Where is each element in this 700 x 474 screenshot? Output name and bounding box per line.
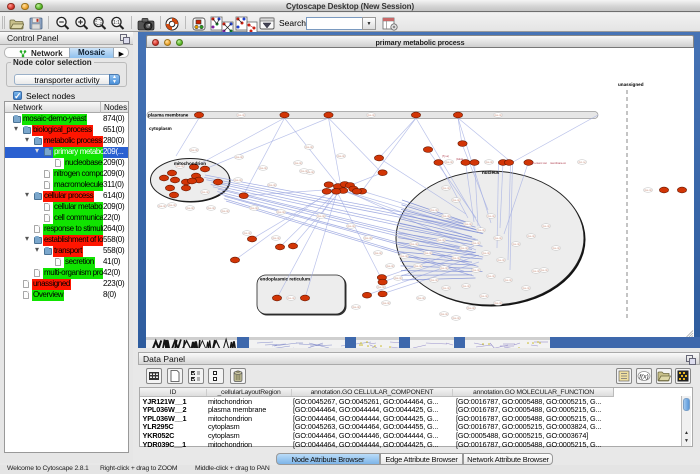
- svg-text:(Ga-cd): (Ga-cd): [235, 156, 243, 159]
- svg-text:(Ga-cd): (Ga-cd): [424, 252, 432, 255]
- svg-text:(Ga-cd): (Ga-cd): [540, 269, 548, 272]
- svg-text:endoplasmic reticulum: endoplasmic reticulum: [260, 277, 310, 282]
- svg-text:(Ga-cd): (Ga-cd): [644, 189, 652, 192]
- svg-text:(Ga-cd): (Ga-cd): [400, 255, 408, 258]
- svg-text:f(x): f(x): [639, 374, 648, 381]
- svg-text:(Ga-cd): (Ga-cd): [487, 275, 495, 278]
- svg-text:(Ga-cd): (Ga-cd): [497, 259, 505, 262]
- svg-text:(Ga-cd): (Ga-cd): [287, 297, 295, 300]
- svg-text:(Ga-cd): (Ga-cd): [294, 162, 302, 165]
- svg-text:(Ga-cd): (Ga-cd): [462, 285, 470, 288]
- svg-text:(Ga-cd): (Ga-cd): [512, 243, 520, 246]
- svg-text:(Ga-cd): (Ga-cd): [487, 215, 495, 218]
- svg-text:(Ga-cd): (Ga-cd): [452, 199, 460, 202]
- svg-text:(Ga-cd): (Ga-cd): [305, 146, 313, 149]
- svg-text:(Ga-cd): (Ga-cd): [494, 302, 502, 305]
- svg-text:mitochondrion: mitochondrion: [174, 161, 206, 166]
- svg-text:(Ga-cd): (Ga-cd): [467, 307, 475, 310]
- svg-text:(Ga-cd): (Ga-cd): [382, 302, 390, 305]
- svg-text:membrane-co: membrane-co: [550, 161, 567, 165]
- svg-text:(Ga-cd): (Ga-cd): [430, 209, 438, 212]
- svg-text:(Ga-cd): (Ga-cd): [485, 161, 493, 164]
- svg-text:(Ga-cd): (Ga-cd): [460, 247, 468, 250]
- svg-text:(Ga-cd): (Ga-cd): [440, 267, 448, 270]
- svg-text:(Ga-cd): (Ga-cd): [158, 205, 166, 208]
- svg-text:(Ga-cd): (Ga-cd): [207, 207, 215, 210]
- svg-text:(Ga-cd): (Ga-cd): [374, 252, 382, 255]
- svg-text:1:1: 1:1: [113, 20, 120, 26]
- svg-text:(Ga-cd): (Ga-cd): [522, 287, 530, 290]
- svg-text:(Ga-cd): (Ga-cd): [442, 187, 450, 190]
- svg-text:(Ga-cd): (Ga-cd): [259, 167, 267, 170]
- svg-text:(Ga-cd): (Ga-cd): [221, 210, 229, 213]
- svg-text:(Ga-cd): (Ga-cd): [452, 317, 460, 320]
- svg-text:(Ga-cd): (Ga-cd): [442, 215, 450, 218]
- svg-text:(Ga-cd): (Ga-cd): [337, 155, 345, 158]
- svg-text:(Ga-cd): (Ga-cd): [234, 179, 242, 182]
- svg-text:(Ga-cd): (Ga-cd): [445, 161, 453, 164]
- svg-text:(Ga-cd): (Ga-cd): [464, 223, 472, 226]
- svg-text:(Ga-cd): (Ga-cd): [542, 225, 550, 228]
- svg-text:(Ga-cd): (Ga-cd): [272, 237, 280, 240]
- svg-text:(Ga-cd): (Ga-cd): [452, 257, 460, 260]
- svg-text:(Ga-cd): (Ga-cd): [190, 149, 198, 152]
- svg-text:(Ga-cd): (Ga-cd): [168, 204, 176, 207]
- svg-text:(Ga-cd): (Ga-cd): [367, 114, 375, 117]
- svg-text:nucleus: nucleus: [482, 170, 500, 175]
- svg-text:(Ga-cd): (Ga-cd): [494, 114, 502, 117]
- svg-text:(Ga-cd): (Ga-cd): [442, 287, 450, 290]
- svg-text:(Ga-cd): (Ga-cd): [377, 286, 385, 289]
- svg-text:(Gluta: (Gluta: [456, 157, 464, 161]
- svg-text:(Go-re): (Go-re): [578, 161, 586, 164]
- svg-text:cytoplasm: cytoplasm: [149, 126, 172, 131]
- svg-text:(Ga-cd): (Ga-cd): [186, 207, 194, 210]
- svg-text:(Ty-a): (Ty-a): [442, 154, 449, 158]
- svg-text:(Ga-cd): (Ga-cd): [480, 295, 488, 298]
- svg-text:(Ga-cd): (Ga-cd): [417, 297, 425, 300]
- svg-text:plasma membrane: plasma membrane: [148, 113, 189, 118]
- svg-text:(Ga-cd): (Ga-cd): [386, 265, 394, 268]
- svg-text:(Ga-cd): (Ga-cd): [414, 265, 422, 268]
- svg-text:(Ga-cd): (Ga-cd): [352, 306, 360, 309]
- svg-text:(Ga-cd): (Ga-cd): [347, 225, 355, 228]
- svg-text:(Ga-cd): (Ga-cd): [527, 235, 535, 238]
- svg-text:(Ga-cd): (Ga-cd): [437, 239, 445, 242]
- svg-text:(Ga-cd): (Ga-cd): [317, 215, 325, 218]
- svg-text:(Ga-cd): (Ga-cd): [430, 279, 438, 282]
- svg-text:(Ga-cd): (Ga-cd): [201, 191, 209, 194]
- svg-text:(Ga-cd): (Ga-cd): [250, 207, 258, 210]
- svg-text:(Ga-cd): (Ga-cd): [482, 252, 490, 255]
- svg-text:unassigned: unassigned: [618, 82, 644, 87]
- svg-text:(Ga-cd): (Ga-cd): [300, 170, 308, 173]
- svg-text:(Ga-cd): (Ga-cd): [394, 277, 402, 280]
- svg-text:(Ga-cd): (Ga-cd): [237, 114, 245, 117]
- svg-text:(Ga-cd): (Ga-cd): [494, 237, 502, 240]
- svg-text:(Ga-cd): (Ga-cd): [268, 184, 276, 187]
- svg-text:(Ga-cd): (Ga-cd): [243, 232, 251, 235]
- svg-text:(Ga-cd): (Ga-cd): [472, 269, 480, 272]
- svg-text:(Ga-cd): (Ga-cd): [552, 247, 560, 250]
- svg-text:(Ga-cd): (Ga-cd): [440, 313, 448, 316]
- svg-text:(Ga-cd): (Ga-cd): [472, 242, 480, 245]
- svg-text:with-coenz.cat: with-coenz.cat: [530, 161, 547, 165]
- svg-text:(Ga-cd): (Ga-cd): [410, 243, 418, 246]
- svg-text:(Ga-cd): (Ga-cd): [277, 211, 285, 214]
- svg-text:(Ga-cd): (Ga-cd): [364, 237, 372, 240]
- svg-text:(Ga-cd): (Ga-cd): [477, 229, 485, 232]
- svg-text:(Ga-cd): (Ga-cd): [504, 279, 512, 282]
